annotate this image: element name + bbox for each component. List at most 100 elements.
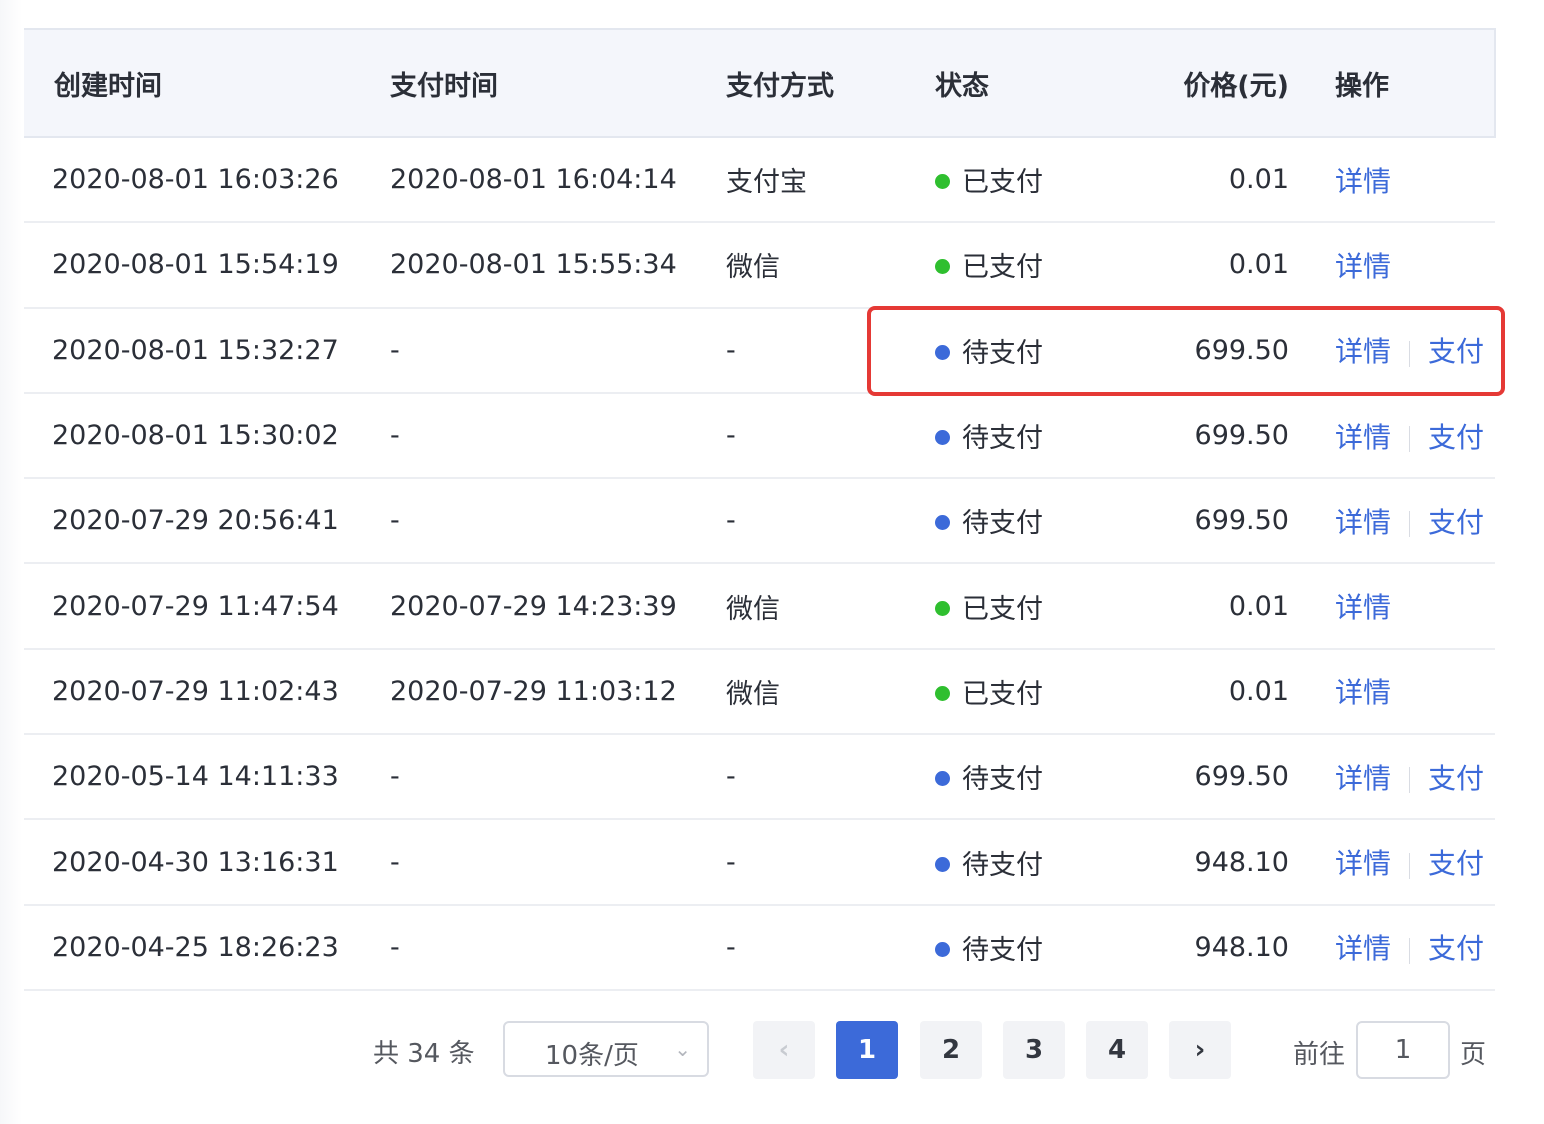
table-body: 2020-08-01 16:03:26 2020-08-01 16:04:14 支付… bbox=[24, 137, 1495, 991]
chevron-right-icon: › bbox=[1194, 1035, 1206, 1065]
detail-link[interactable]: 详情 bbox=[1335, 421, 1391, 454]
orders-table: 创建时间 支付时间 支付方式 状态 价格(元) 操作 2020-08-01 16… bbox=[24, 28, 1496, 991]
price-cell: 0.01 bbox=[1136, 648, 1293, 736]
created-time-cell: 2020-08-01 16:03:26 bbox=[24, 137, 389, 224]
detail-link[interactable]: 详情 bbox=[1335, 506, 1391, 539]
page-size-select[interactable]: 10条/页 ⌄ bbox=[503, 1021, 709, 1077]
created-time-cell: 2020-04-25 18:26:23 bbox=[24, 904, 389, 991]
payment-method-cell: 微信 bbox=[725, 648, 934, 736]
goto-suffix: 页 bbox=[1460, 1040, 1487, 1070]
status-label: 待支付 bbox=[962, 337, 1043, 369]
created-time-cell: 2020-07-29 11:47:54 bbox=[24, 563, 389, 650]
status-label: 待支付 bbox=[962, 849, 1043, 881]
header-payment-method: 支付方式 bbox=[725, 28, 934, 138]
paid-time-cell: - bbox=[389, 734, 725, 821]
paid-time-cell: - bbox=[389, 478, 725, 565]
detail-link[interactable]: 详情 bbox=[1335, 762, 1391, 795]
header-created-time: 创建时间 bbox=[24, 28, 389, 138]
page-button-2[interactable]: 2 bbox=[920, 1021, 982, 1079]
created-time-cell: 2020-08-01 15:30:02 bbox=[24, 392, 389, 480]
status-label: 待支付 bbox=[962, 934, 1043, 966]
status-dot-icon bbox=[935, 771, 950, 787]
detail-link[interactable]: 详情 bbox=[1335, 165, 1391, 198]
status-dot-icon bbox=[935, 430, 950, 446]
operation-cell: 详情 支付 bbox=[1293, 392, 1495, 480]
detail-link[interactable]: 详情 bbox=[1335, 932, 1391, 965]
detail-link[interactable]: 详情 bbox=[1335, 847, 1391, 880]
page-size-value: 10条/页 bbox=[545, 1041, 639, 1071]
status-dot-icon bbox=[935, 174, 950, 190]
pay-link[interactable]: 支付 bbox=[1428, 932, 1484, 965]
status-dot-icon bbox=[935, 941, 950, 957]
price-cell: 699.50 bbox=[1136, 734, 1293, 821]
operation-cell: 详情 支付 bbox=[1293, 307, 1495, 394]
operation-cell: 详情 bbox=[1293, 222, 1495, 309]
detail-link[interactable]: 详情 bbox=[1335, 335, 1391, 368]
status-cell: 待支付 bbox=[934, 734, 1136, 821]
status-cell: 待支付 bbox=[934, 478, 1136, 565]
page-button-3[interactable]: 3 bbox=[1003, 1021, 1065, 1079]
price-cell: 0.01 bbox=[1136, 222, 1293, 309]
pay-link[interactable]: 支付 bbox=[1428, 847, 1484, 880]
table-row: 2020-04-30 13:16:31- - 待支付 948.10 详情 支付 bbox=[24, 819, 1495, 906]
table-row: 2020-07-29 20:56:41- - 待支付 699.50 详情 支付 bbox=[24, 478, 1495, 565]
table-row: 2020-05-14 14:11:33- - 待支付 699.50 详情 支付 bbox=[24, 734, 1495, 821]
operation-cell: 详情 bbox=[1293, 648, 1495, 736]
status-cell: 待支付 bbox=[934, 307, 1136, 394]
status-dot-icon bbox=[935, 259, 950, 275]
payment-method-cell: 支付宝 bbox=[725, 137, 934, 224]
orders-table-container: 创建时间 支付时间 支付方式 状态 价格(元) 操作 2020-08-01 16… bbox=[24, 28, 1496, 991]
operation-cell: 详情 bbox=[1293, 137, 1495, 224]
pay-link[interactable]: 支付 bbox=[1428, 762, 1484, 795]
table-row: 2020-08-01 15:54:19 2020-08-01 15:55:34 微信… bbox=[24, 222, 1495, 309]
operation-cell: 详情 支付 bbox=[1293, 478, 1495, 565]
created-time-cell: 2020-07-29 20:56:41 bbox=[24, 478, 389, 565]
operation-cell: 详情 bbox=[1293, 563, 1495, 650]
pay-link[interactable]: 支付 bbox=[1428, 335, 1484, 368]
pay-link[interactable]: 支付 bbox=[1428, 421, 1484, 454]
table-row: 2020-08-01 16:03:26 2020-08-01 16:04:14 支付… bbox=[24, 137, 1495, 224]
operation-divider bbox=[1409, 852, 1411, 879]
operation-cell: 详情 支付 bbox=[1293, 819, 1495, 906]
status-label: 已支付 bbox=[962, 678, 1043, 710]
status-label: 待支付 bbox=[962, 508, 1043, 540]
header-price: 价格(元) bbox=[1136, 28, 1293, 138]
paid-time-cell: - bbox=[389, 819, 725, 906]
paid-time-cell: 2020-07-29 14:23:39 bbox=[389, 563, 725, 650]
status-cell: 待支付 bbox=[934, 392, 1136, 480]
detail-link[interactable]: 详情 bbox=[1335, 591, 1391, 624]
created-time-cell: 2020-07-29 11:02:43 bbox=[24, 648, 389, 736]
prev-page-button[interactable]: ‹ bbox=[753, 1021, 815, 1079]
detail-link[interactable]: 详情 bbox=[1335, 250, 1391, 283]
page-button-1[interactable]: 1 bbox=[836, 1021, 898, 1079]
status-label: 待支付 bbox=[962, 764, 1043, 796]
chevron-down-icon: ⌄ bbox=[674, 1037, 691, 1061]
price-cell: 948.10 bbox=[1136, 819, 1293, 906]
next-page-button[interactable]: › bbox=[1169, 1021, 1231, 1079]
status-cell: 待支付 bbox=[934, 904, 1136, 991]
table-row: 2020-07-29 11:47:54 2020-07-29 14:23:39 微信… bbox=[24, 563, 1495, 650]
paid-time-cell: 2020-08-01 15:55:34 bbox=[389, 222, 725, 309]
pay-link[interactable]: 支付 bbox=[1428, 506, 1484, 539]
total-count: 共 34 条 bbox=[373, 1039, 475, 1069]
price-cell: 0.01 bbox=[1136, 137, 1293, 224]
page-button-4[interactable]: 4 bbox=[1086, 1021, 1148, 1079]
table-row: 2020-08-01 15:30:02- - 待支付 699.50 详情 支付 bbox=[24, 392, 1495, 480]
paid-time-cell: 2020-08-01 16:04:14 bbox=[389, 137, 725, 224]
payment-method-cell: - bbox=[725, 307, 934, 394]
status-label: 已支付 bbox=[962, 167, 1043, 199]
detail-link[interactable]: 详情 bbox=[1335, 676, 1391, 709]
goto-page-input[interactable] bbox=[1356, 1021, 1450, 1079]
chevron-left-icon: ‹ bbox=[778, 1035, 790, 1065]
table-row: 2020-04-25 18:26:23- - 待支付 948.10 详情 支付 bbox=[24, 904, 1495, 991]
status-label: 待支付 bbox=[962, 423, 1043, 455]
payment-method-cell: - bbox=[725, 734, 934, 821]
table-header-row: 创建时间 支付时间 支付方式 状态 价格(元) 操作 bbox=[24, 28, 1496, 138]
created-time-cell: 2020-04-30 13:16:31 bbox=[24, 819, 389, 906]
payment-method-cell: - bbox=[725, 904, 934, 991]
created-time-cell: 2020-08-01 15:32:27 bbox=[24, 307, 389, 394]
operation-divider bbox=[1409, 340, 1411, 367]
status-dot-icon bbox=[935, 600, 950, 616]
operation-cell: 详情 支付 bbox=[1293, 904, 1495, 991]
price-cell: 699.50 bbox=[1136, 307, 1293, 394]
